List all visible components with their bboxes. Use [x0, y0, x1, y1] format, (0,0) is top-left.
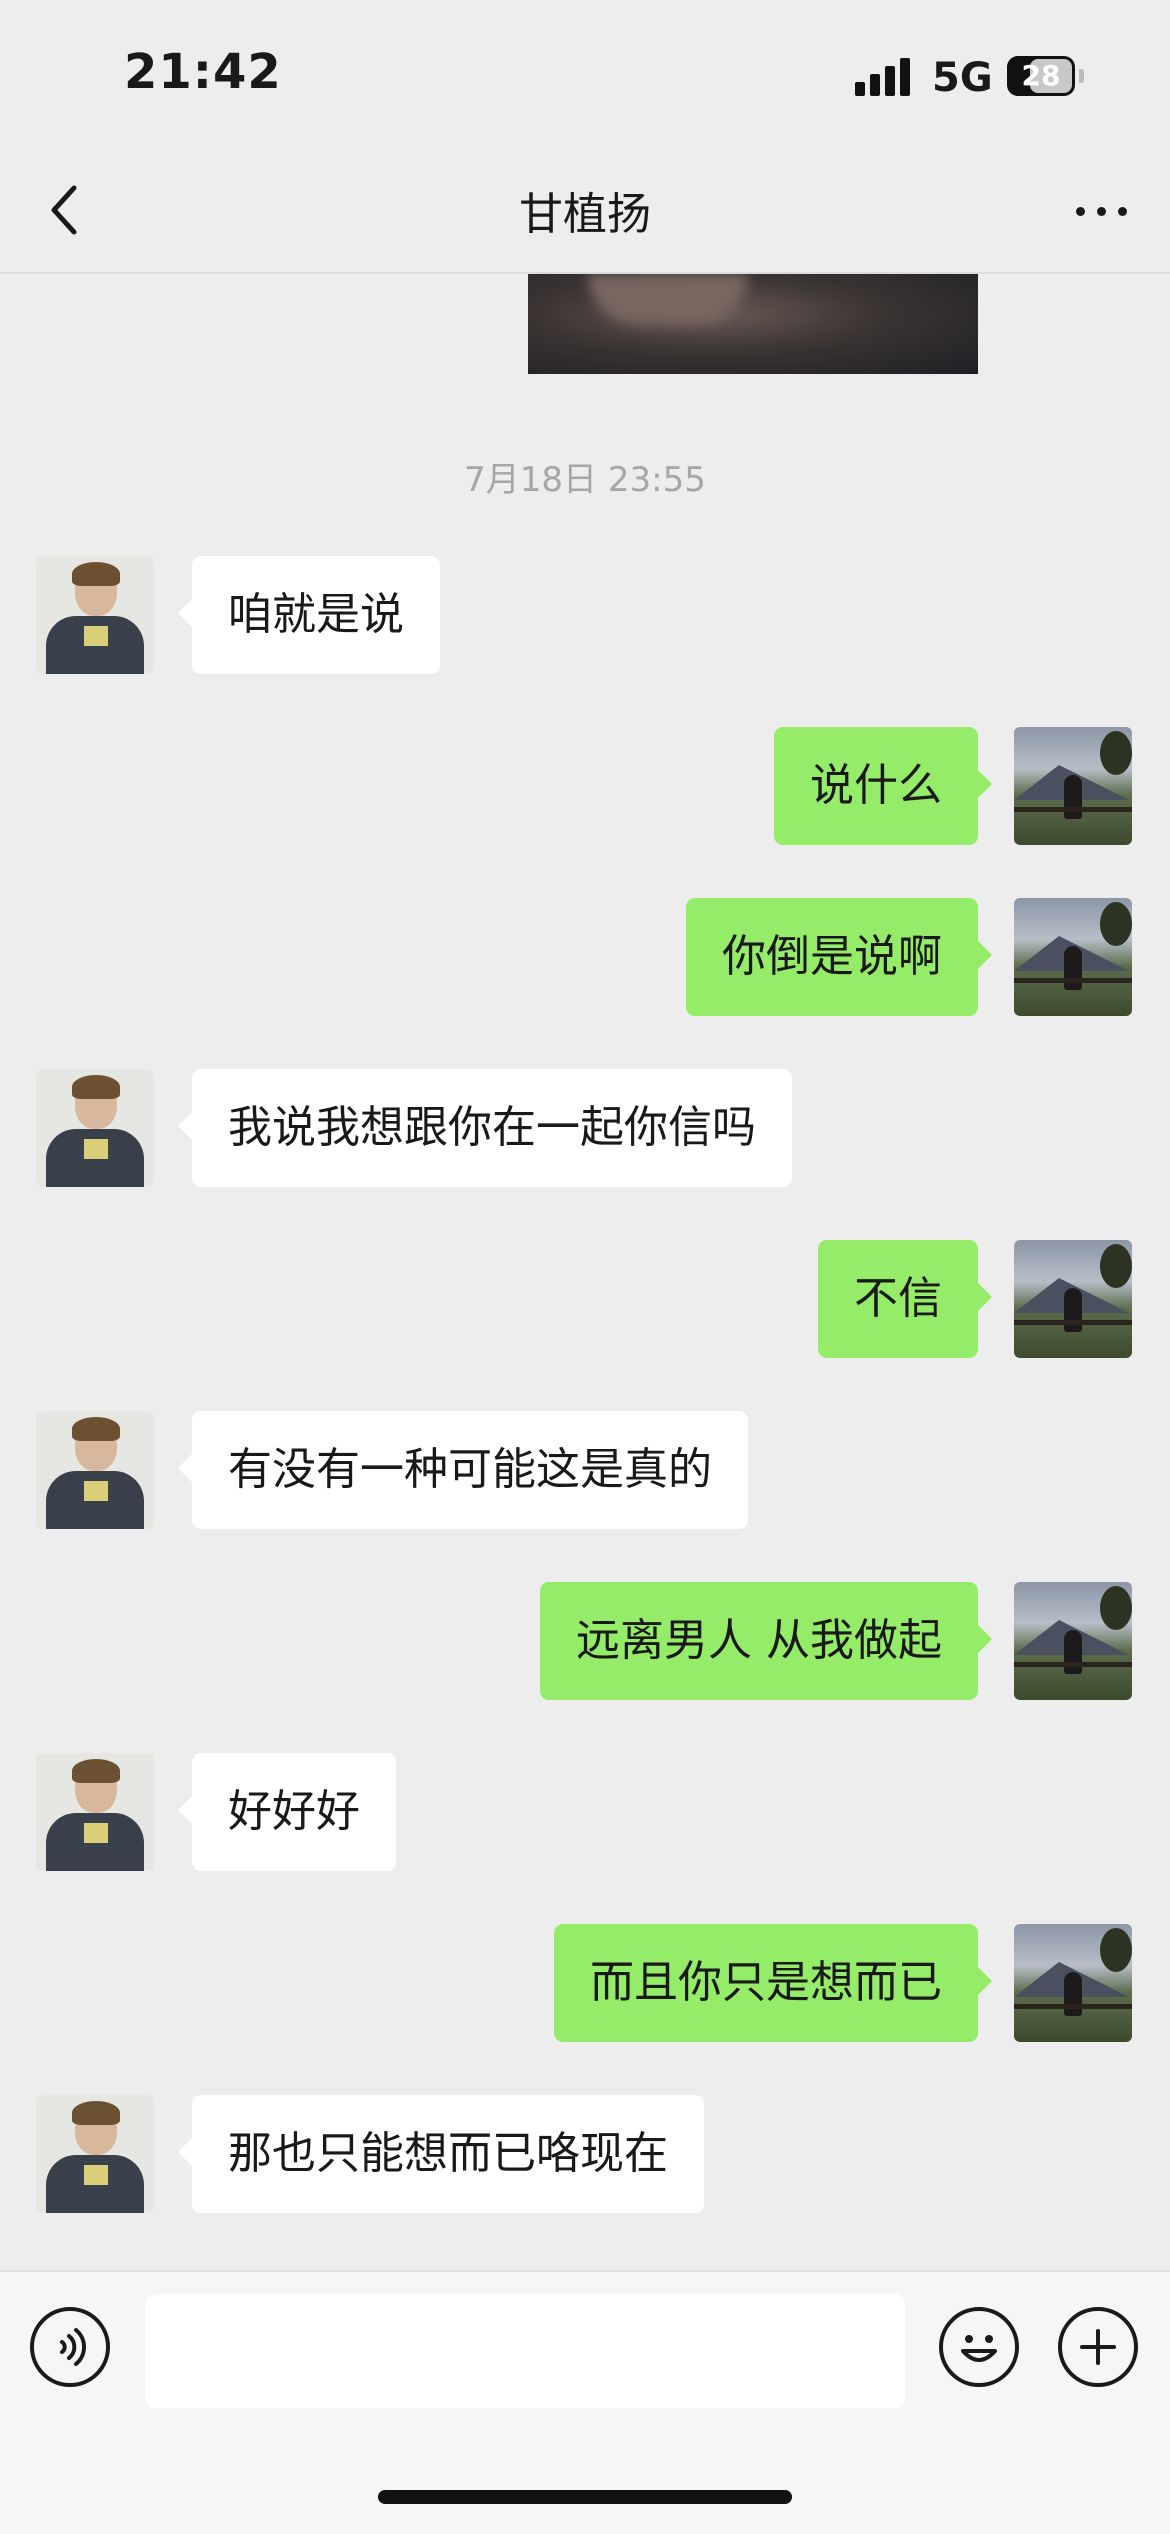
message-bubble[interactable]: 有没有一种可能这是真的: [178, 1411, 748, 1529]
emoji-icon: [961, 2335, 997, 2362]
status-bar: 21:42 5G 28: [0, 0, 1170, 150]
contact-avatar[interactable]: [36, 1069, 154, 1187]
my-avatar[interactable]: [1014, 1924, 1132, 2042]
sent-message: 不信: [0, 1240, 1170, 1360]
received-message: 那也只能想而已咯现在: [0, 2095, 1170, 2215]
signal-icon: [855, 58, 915, 96]
more-button[interactable]: [1062, 170, 1142, 250]
battery-icon: 28: [1007, 56, 1075, 96]
message-bubble[interactable]: 你倒是说啊: [686, 898, 992, 1016]
message-bubble[interactable]: 而且你只是想而已: [554, 1924, 992, 2042]
message-bubble[interactable]: 我说我想跟你在一起你信吗: [178, 1069, 792, 1187]
status-time: 21:42: [124, 44, 282, 100]
message-bubble[interactable]: 不信: [818, 1240, 992, 1358]
battery-tip: [1079, 69, 1084, 83]
received-message: 有没有一种可能这是真的: [0, 1411, 1170, 1531]
sent-message: 你倒是说啊: [0, 898, 1170, 1018]
voice-icon: [60, 2328, 87, 2366]
received-message: 好好好: [0, 1753, 1170, 1873]
contact-avatar[interactable]: [36, 1753, 154, 1871]
message-input[interactable]: [145, 2294, 905, 2408]
my-avatar[interactable]: [1014, 727, 1132, 845]
contact-avatar[interactable]: [36, 2095, 154, 2213]
contact-avatar[interactable]: [36, 556, 154, 674]
chat-timestamp: 7月18日 23:55: [464, 460, 706, 500]
sent-message: 远离男人 从我做起: [0, 1582, 1170, 1702]
message-bubble[interactable]: 说什么: [774, 727, 992, 845]
message-bubble[interactable]: 咱就是说: [178, 556, 440, 674]
message-bubble[interactable]: 远离男人 从我做起: [540, 1582, 992, 1700]
sent-message: 而且你只是想而已: [0, 1924, 1170, 2044]
voice-button[interactable]: [30, 2307, 110, 2387]
chat-title: 甘植扬: [519, 189, 651, 240]
network-type: 5G: [932, 55, 993, 101]
message-bubble[interactable]: 好好好: [178, 1753, 396, 1871]
plus-button[interactable]: [1058, 2307, 1138, 2387]
contact-avatar[interactable]: [36, 1411, 154, 1529]
received-message: 我说我想跟你在一起你信吗: [0, 1069, 1170, 1189]
previous-image-message[interactable]: [528, 274, 978, 374]
message-bubble[interactable]: 那也只能想而已咯现在: [178, 2095, 704, 2213]
received-message: 咱就是说: [0, 556, 1170, 676]
home-indicator: [378, 2490, 792, 2504]
plus-icon: [1080, 2329, 1116, 2365]
sent-message: 说什么: [0, 727, 1170, 847]
battery-level: 28: [1021, 59, 1061, 92]
my-avatar[interactable]: [1014, 898, 1132, 1016]
chat-header: 甘植扬: [0, 150, 1170, 274]
my-avatar[interactable]: [1014, 1240, 1132, 1358]
emoji-button[interactable]: [939, 2307, 1019, 2387]
my-avatar[interactable]: [1014, 1582, 1132, 1700]
chat-area[interactable]: 7月18日 23:55 咱就是说说什么你倒是说啊我说我想跟你在一起你信吗 不信 有没…: [0, 274, 1170, 2274]
